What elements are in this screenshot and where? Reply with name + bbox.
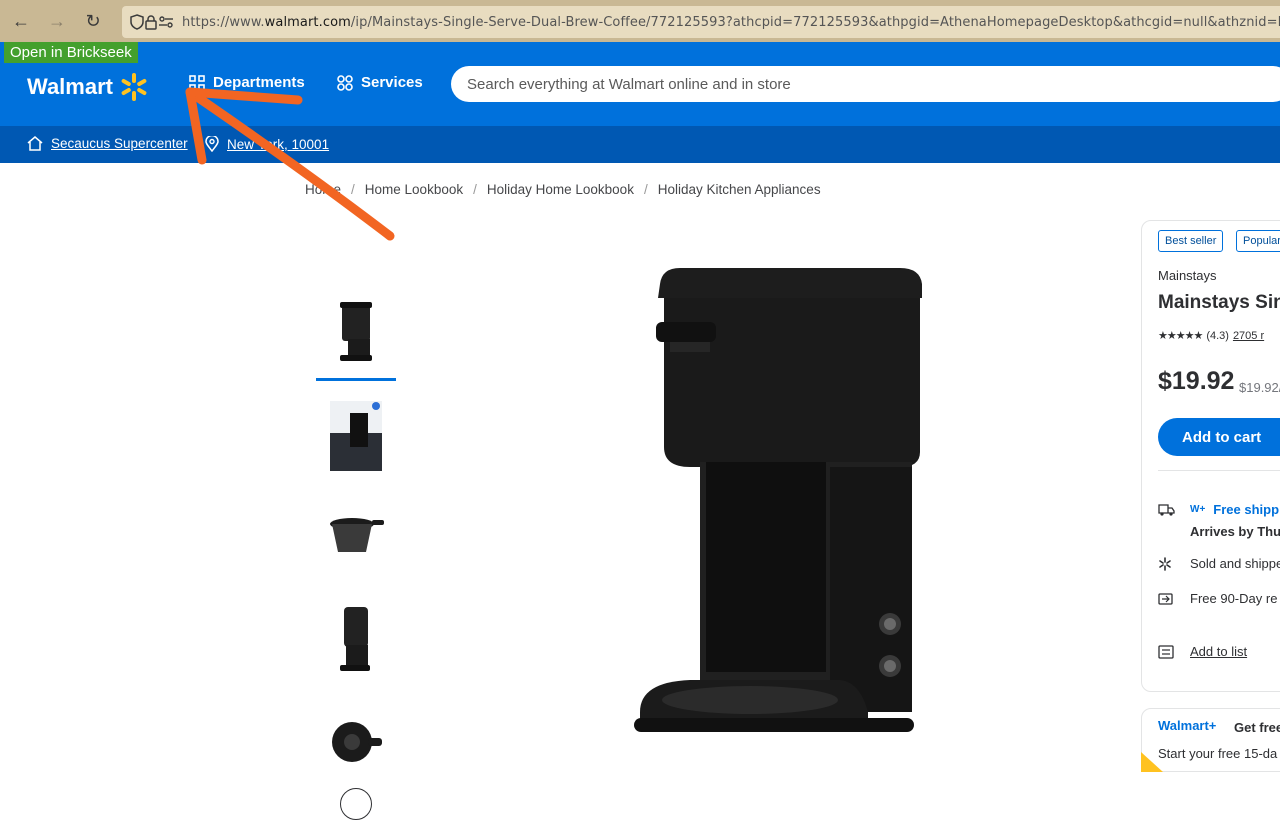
breadcrumb: Home / Home Lookbook / Holiday Home Look…	[305, 182, 821, 197]
returns-icon	[1158, 592, 1173, 605]
product-price: $19.92	[1158, 367, 1235, 395]
product-title: Mainstays Sing	[1158, 292, 1280, 313]
search-bar[interactable]	[451, 66, 1280, 102]
divider	[1158, 470, 1280, 471]
store-icon	[27, 136, 43, 151]
rating-value: (4.3)	[1206, 329, 1229, 342]
lock-icon[interactable]	[144, 11, 158, 33]
promo-subtitle: Start your free 15-da	[1158, 746, 1278, 761]
star-rating-icon: ★★★★★	[1158, 330, 1203, 342]
list-icon	[1158, 644, 1174, 659]
store-selector[interactable]: Secaucus Supercenter	[27, 136, 188, 151]
store-label: Secaucus Supercenter	[51, 136, 188, 151]
grid-icon	[189, 74, 205, 91]
shield-icon[interactable]	[130, 11, 144, 33]
more-images-button[interactable]	[340, 788, 372, 820]
returns-text[interactable]: Free 90-Day re	[1190, 591, 1277, 606]
free-shipping-label[interactable]: Free shipp	[1213, 502, 1279, 517]
walmart-logo[interactable]: Walmart	[27, 72, 149, 102]
arrival-text: Arrives by Thu,	[1190, 524, 1280, 539]
product-image[interactable]	[630, 262, 930, 762]
thumbnail-selected-indicator	[316, 378, 396, 381]
url-domain: walmart.com	[264, 14, 351, 30]
services-icon	[337, 74, 353, 91]
thumbnail-image[interactable]	[316, 396, 396, 476]
location-pin-icon	[205, 136, 219, 152]
breadcrumb-item[interactable]: Holiday Kitchen Appliances	[658, 182, 821, 197]
product-brand[interactable]: Mainstays	[1158, 268, 1217, 283]
thumbnail-image[interactable]	[316, 292, 396, 372]
add-to-list-label: Add to list	[1190, 644, 1248, 659]
unit-price: $19.92/	[1239, 380, 1280, 395]
location-label: New York, 10001	[227, 136, 330, 152]
sold-by-text: Sold and shippe	[1190, 556, 1280, 571]
truck-icon	[1158, 503, 1175, 516]
sold-by-row: Sold and shippe	[1158, 556, 1280, 571]
back-icon[interactable]: ←	[6, 6, 36, 36]
promo-title: Get free	[1234, 720, 1280, 735]
thumbnail-image[interactable]	[316, 598, 396, 678]
breadcrumb-item[interactable]: Holiday Home Lookbook	[487, 182, 634, 197]
permissions-icon[interactable]	[158, 11, 174, 33]
url-path: /ip/Mainstays-Single-Serve-Dual-Brew-Cof…	[350, 14, 1280, 30]
reload-icon[interactable]: ↻	[78, 6, 108, 36]
spark-small-icon	[1159, 556, 1171, 571]
url-text[interactable]: https://www.walmart.com/ip/Mainstays-Sin…	[182, 15, 1280, 30]
location-selector[interactable]: New York, 10001	[205, 136, 329, 152]
departments-label: Departments	[213, 74, 305, 91]
walmart-plus-logo: Walmart+	[1158, 718, 1217, 733]
reviews-link[interactable]: 2705 r	[1233, 330, 1264, 342]
shipping-row: W+ Free shipp	[1158, 502, 1279, 517]
add-to-list-button[interactable]: Add to list	[1158, 644, 1247, 659]
logo-text: Walmart	[27, 74, 113, 99]
breadcrumb-separator: /	[473, 182, 477, 197]
services-button[interactable]: Services	[337, 74, 423, 91]
search-input[interactable]	[467, 75, 1247, 93]
url-prefix: https://www.	[182, 14, 265, 30]
breadcrumb-item[interactable]: Home	[305, 182, 341, 197]
popular-badge: Popular	[1236, 230, 1280, 252]
breadcrumb-separator: /	[643, 182, 648, 197]
breadcrumb-separator: /	[351, 182, 355, 197]
departments-button[interactable]: Departments	[189, 74, 305, 91]
breadcrumb-item[interactable]: Home Lookbook	[365, 182, 463, 197]
location-bar	[0, 126, 1280, 163]
services-label: Services	[361, 74, 423, 91]
forward-icon[interactable]: →	[42, 6, 72, 36]
walmart-plus-icon: W+	[1190, 504, 1206, 515]
product-rating[interactable]: ★★★★★ (4.3) 2705 r	[1158, 329, 1264, 343]
address-bar[interactable]: https://www.walmart.com/ip/Mainstays-Sin…	[122, 6, 1280, 38]
buy-box	[1141, 220, 1280, 692]
add-to-cart-button[interactable]: Add to cart	[1158, 418, 1280, 456]
best-seller-badge: Best seller	[1158, 230, 1224, 252]
brickseek-button[interactable]: Open in Brickseek	[4, 42, 138, 63]
spark-icon	[121, 73, 147, 101]
thumbnail-image[interactable]	[316, 702, 396, 782]
thumbnail-image[interactable]	[316, 496, 396, 576]
returns-row: Free 90-Day re	[1158, 591, 1277, 606]
